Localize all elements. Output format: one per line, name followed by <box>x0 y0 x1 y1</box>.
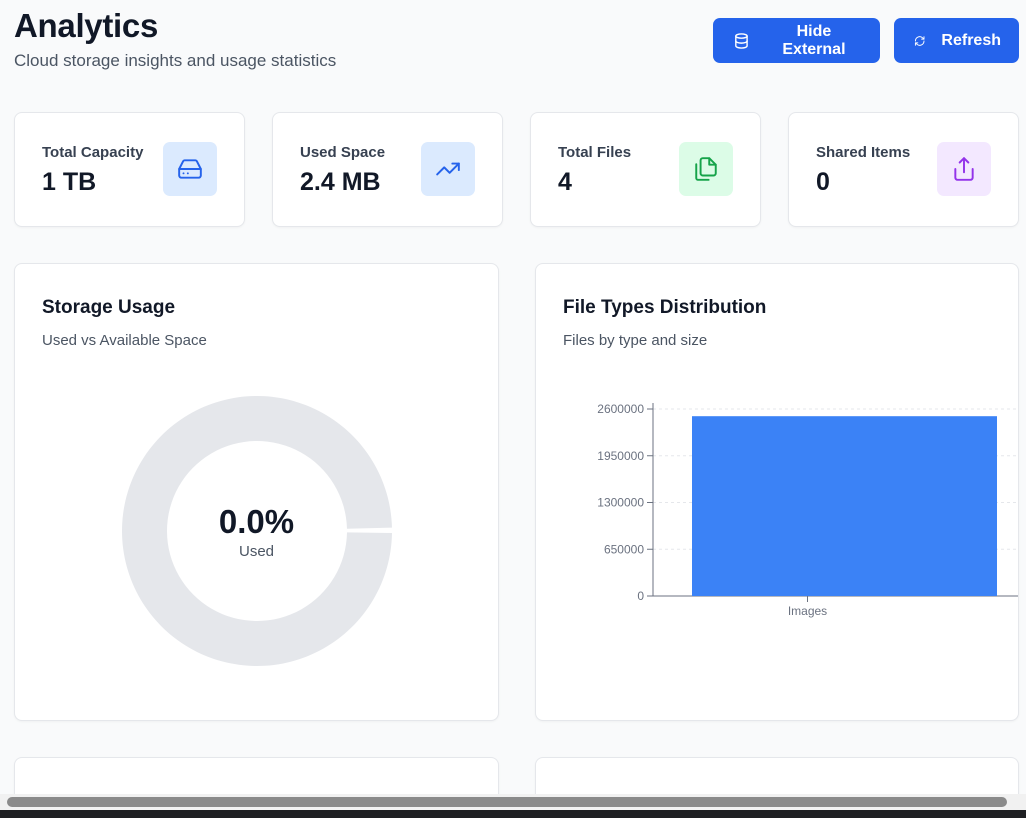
stat-icon-box <box>679 142 733 196</box>
hard-drive-icon <box>178 159 202 179</box>
stat-card-shared-items: Shared Items 0 <box>788 112 1019 227</box>
storage-percent: 0.0% <box>218 503 295 540</box>
storage-donut-chart <box>121 395 392 666</box>
stat-icon-box <box>421 142 475 196</box>
hide-external-button[interactable]: Hide External <box>713 18 880 63</box>
page-subtitle: Cloud storage insights and usage statist… <box>14 51 337 70</box>
y-tick-label: 1950000 <box>597 449 644 463</box>
y-tick-label: 2600000 <box>597 402 644 416</box>
stat-label: Shared Items <box>816 144 911 161</box>
bar-images <box>692 416 997 596</box>
y-tick-label: 0 <box>637 589 644 603</box>
page-title: Analytics <box>14 7 159 44</box>
stat-card-total-capacity: Total Capacity 1 TB <box>14 112 245 227</box>
stat-value: 2.4 MB <box>300 168 381 196</box>
stat-value: 0 <box>816 168 830 196</box>
trending-up-icon <box>436 162 460 176</box>
share-icon <box>954 157 974 181</box>
window-bottom-edge <box>0 810 1026 818</box>
file-types-bar-chart: 0 650000 1300000 1950000 2600000 Images <box>597 402 1018 618</box>
y-tick-label: 650000 <box>604 542 644 556</box>
page-header: Analytics Cloud storage insights and usa… <box>14 6 336 71</box>
hide-external-label: Hide External <box>782 22 846 58</box>
refresh-icon <box>914 35 925 46</box>
stat-icon-box <box>163 142 217 196</box>
stat-icon-box <box>937 142 991 196</box>
stat-label: Total Capacity <box>42 144 144 161</box>
stat-card-total-files: Total Files 4 <box>530 112 761 227</box>
x-tick-label: Images <box>788 604 827 618</box>
y-tick-label: 1300000 <box>597 496 644 510</box>
storage-usage-panel: Storage Usage Used vs Available Space 0.… <box>14 263 499 721</box>
refresh-label: Refresh <box>941 31 1001 49</box>
database-icon <box>735 32 748 49</box>
stat-value: 1 TB <box>42 168 97 196</box>
file-types-panel: File Types Distribution Files by type an… <box>535 263 1019 721</box>
horizontal-scrollbar-thumb[interactable] <box>7 797 1007 807</box>
stat-value: 4 <box>558 168 572 196</box>
stat-card-used-space: Used Space 2.4 MB <box>272 112 503 227</box>
refresh-button[interactable]: Refresh <box>894 18 1019 63</box>
storage-used-caption: Used <box>238 543 275 560</box>
files-icon <box>695 157 717 181</box>
stat-label: Used Space <box>300 144 386 161</box>
stat-label: Total Files <box>558 144 632 161</box>
